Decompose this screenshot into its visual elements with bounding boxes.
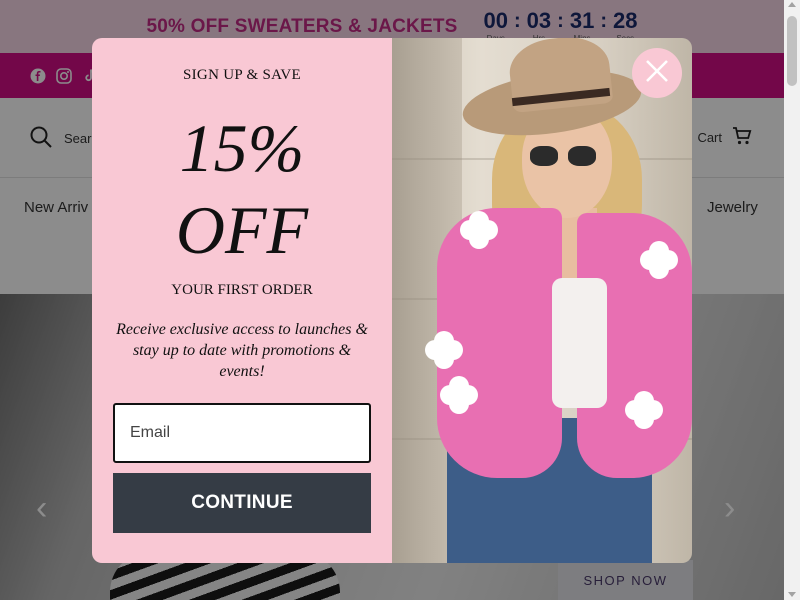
modal-subtitle: YOUR FIRST ORDER xyxy=(171,282,313,298)
close-icon xyxy=(645,59,669,88)
model-photo xyxy=(392,38,692,563)
photo-sweater-left xyxy=(437,208,562,478)
discount-off: OFF xyxy=(175,192,309,268)
photo-tank-top xyxy=(552,278,607,408)
signup-panel: SIGN UP & SAVE 15% OFF YOUR FIRST ORDER … xyxy=(92,38,392,563)
close-button[interactable] xyxy=(632,48,682,98)
scroll-thumb[interactable] xyxy=(787,16,797,86)
scroll-down-arrow[interactable] xyxy=(788,592,796,597)
scroll-up-arrow[interactable] xyxy=(788,2,796,7)
page-scrollbar[interactable] xyxy=(784,0,800,600)
continue-button[interactable]: CONTINUE xyxy=(113,473,371,533)
flower-icon xyxy=(647,248,671,272)
discount-percent: 15% xyxy=(179,110,305,186)
modal-eyebrow: SIGN UP & SAVE xyxy=(183,67,301,83)
modal-description: Receive exclusive access to launches & s… xyxy=(116,321,368,380)
flower-icon xyxy=(432,338,456,362)
flower-icon xyxy=(467,218,491,242)
flower-icon xyxy=(632,398,656,422)
flower-icon xyxy=(447,383,471,407)
email-field[interactable] xyxy=(113,403,371,463)
signup-modal: SIGN UP & SAVE 15% OFF YOUR FIRST ORDER … xyxy=(92,38,692,563)
sunglasses-icon xyxy=(530,146,600,166)
